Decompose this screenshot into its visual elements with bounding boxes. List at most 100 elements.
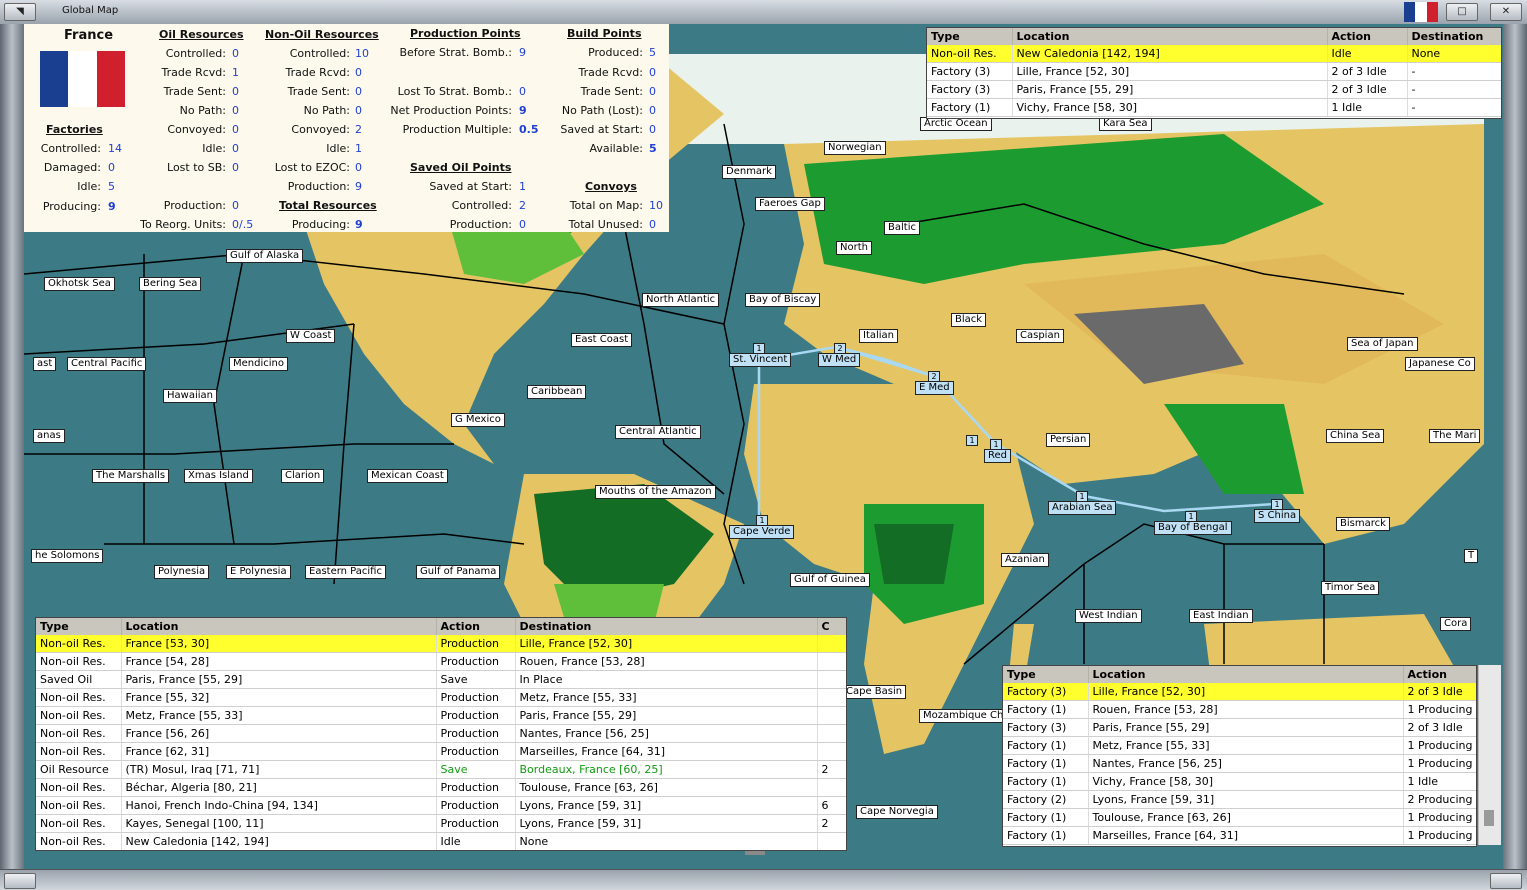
table-row[interactable]: Non-oil Res. France [55, 32] Production Met…	[36, 688, 846, 707]
convoy-zone-label[interactable]: E Med	[915, 381, 954, 395]
sea-zone-label[interactable]: East Indian	[1189, 609, 1253, 623]
column-header[interactable]: C	[817, 618, 846, 635]
table-row[interactable]: Non-oil Res. Hanoi, French Indo-China [94…	[36, 796, 846, 815]
sea-zone-label[interactable]: North	[836, 241, 872, 255]
sea-zone-label[interactable]: Mozambique Cha	[919, 709, 1014, 723]
sea-zone-label[interactable]: Bay of Biscay	[745, 293, 821, 307]
table-row[interactable]: Factory (1) Nantes, France [56, 25] 1 Prod…	[1003, 754, 1476, 773]
column-header[interactable]: Location	[1012, 28, 1328, 45]
sea-zone-label[interactable]: North Atlantic	[642, 293, 720, 307]
sea-zone-label[interactable]: Central Atlantic	[615, 425, 701, 439]
sea-zone-label[interactable]: Gulf of Panama	[416, 565, 501, 579]
convoy-zone-label[interactable]: Cape Verde	[729, 525, 795, 539]
sea-zone-label[interactable]: Gulf of Alaska	[226, 249, 304, 263]
convoy-zone-label[interactable]: S China	[1254, 509, 1301, 523]
sea-zone-label[interactable]: Gulf of Guinea	[790, 573, 870, 587]
sea-zone-label[interactable]: he Solomons	[31, 549, 104, 563]
sea-zone-label[interactable]: Sea of Japan	[1347, 337, 1418, 351]
sea-zone-label[interactable]: Central Pacific	[67, 357, 147, 371]
table-row[interactable]: Non-oil Res. France [62, 31] Production Mar…	[36, 742, 846, 761]
sea-zone-label[interactable]: Persian	[1046, 433, 1091, 447]
convoy-zone-label[interactable]: Bay of Bengal	[1154, 521, 1232, 535]
sea-zone-label[interactable]: anas	[33, 429, 65, 443]
sea-zone-label[interactable]: E Polynesia	[226, 565, 291, 579]
sea-zone-label[interactable]: Mexican Coast	[367, 469, 448, 483]
sea-zone-label[interactable]: T	[1464, 549, 1479, 563]
resize-grip[interactable]	[1490, 873, 1522, 889]
sea-zone-label[interactable]: Mouths of the Amazon	[595, 485, 716, 499]
sea-zone-label[interactable]: Arctic Ocean	[920, 117, 992, 131]
sea-zone-label[interactable]: Mendicino	[229, 357, 288, 371]
column-header[interactable]: Destination	[1407, 28, 1501, 45]
sea-zone-label[interactable]: G Mexico	[451, 413, 505, 427]
sea-zone-label[interactable]: The Mari	[1429, 429, 1481, 443]
sea-zone-label[interactable]: Polynesia	[154, 565, 210, 579]
sea-zone-label[interactable]: China Sea	[1326, 429, 1385, 443]
sea-zone-label[interactable]: The Marshalls	[92, 469, 170, 483]
sea-zone-label[interactable]: ast	[33, 357, 57, 371]
table-row[interactable]: Factory (3) Paris, France [55, 29] 2 of 3 …	[1003, 718, 1476, 737]
table-row[interactable]: Non-oil Res. New Caledonia [142, 194] Idle…	[927, 45, 1501, 63]
sea-zone-label[interactable]: Cape Basin	[842, 685, 907, 699]
table-row[interactable]: Non-oil Res. France [53, 30] Production Lil…	[36, 635, 846, 653]
sea-zone-label[interactable]: Italian	[859, 329, 899, 343]
table-row[interactable]: Factory (3) Lille, France [52, 30] 2 of 3 …	[927, 62, 1501, 81]
column-header[interactable]: Action	[436, 618, 516, 635]
sea-zone-label[interactable]: Hawaiian	[163, 389, 217, 403]
column-header[interactable]: Action	[1327, 28, 1408, 45]
sea-zone-label[interactable]: Bismarck	[1336, 517, 1390, 531]
sea-zone-label[interactable]: Faeroes Gap	[755, 197, 825, 211]
convoy-zone-label[interactable]: W Med	[818, 353, 861, 367]
sea-zone-label[interactable]: Norwegian	[824, 141, 886, 155]
table-row[interactable]: Factory (1) Vichy, France [58, 30] 1 Idle	[1003, 772, 1476, 791]
restore-button[interactable]: □	[1446, 3, 1478, 21]
sea-zone-label[interactable]: Cora	[1440, 617, 1472, 631]
sea-zone-label[interactable]: West Indian	[1075, 609, 1142, 623]
column-header[interactable]: Type	[1003, 666, 1089, 683]
sea-zone-label[interactable]: Okhotsk Sea	[44, 277, 115, 291]
close-button[interactable]: ✕	[1490, 3, 1522, 21]
convoy-zone-label[interactable]: St. Vincent	[729, 353, 792, 367]
table-row[interactable]: Non-oil Res. France [56, 26] Production Nan…	[36, 724, 846, 743]
table-row[interactable]: Non-oil Res. Kayes, Senegal [100, 11] Prod…	[36, 814, 846, 833]
table-row[interactable]: Factory (1) Vichy, France [58, 30] 1 Idle -	[927, 98, 1501, 117]
table-row[interactable]: Factory (3) Paris, France [55, 29] 2 of 3 …	[927, 80, 1501, 99]
column-header[interactable]: Location	[121, 618, 437, 635]
scrollbar-thumb[interactable]	[1484, 810, 1494, 826]
column-header[interactable]: Type	[927, 28, 1013, 45]
sea-zone-label[interactable]: Azanian	[1001, 553, 1049, 567]
table-row[interactable]: Factory (3) Lille, France [52, 30] 2 of 3 …	[1003, 683, 1476, 701]
sea-zone-label[interactable]: Baltic	[884, 221, 920, 235]
sea-zone-label[interactable]: Eastern Pacific	[305, 565, 386, 579]
panel-resize-handle[interactable]	[745, 851, 765, 855]
table-row[interactable]: Non-oil Res. Metz, France [55, 33] Product…	[36, 706, 846, 725]
table-row[interactable]: Factory (1) Metz, France [55, 33] 1 Produc…	[1003, 736, 1476, 755]
table-row[interactable]: Non-oil Res. France [54, 28] Production Rou…	[36, 652, 846, 671]
convoy-zone-label[interactable]: Arabian Sea	[1048, 501, 1117, 515]
sea-zone-label[interactable]: Caribbean	[527, 385, 587, 399]
minimize-button[interactable]: ◥	[4, 3, 36, 21]
sea-zone-label[interactable]: Timor Sea	[1321, 581, 1380, 595]
sea-zone-label[interactable]: East Coast	[571, 333, 633, 347]
sea-zone-label[interactable]: Denmark	[722, 165, 776, 179]
sea-zone-label[interactable]: Clarion	[281, 469, 325, 483]
sea-zone-label[interactable]: W Coast	[286, 329, 336, 343]
sea-zone-label[interactable]: Bering Sea	[139, 277, 202, 291]
sea-zone-label[interactable]: Black	[951, 313, 987, 327]
convoy-zone-label[interactable]: Red	[984, 449, 1011, 463]
sea-zone-label[interactable]: Caspian	[1016, 329, 1064, 343]
table-row[interactable]: Factory (1) Marseilles, France [64, 31] 1 …	[1003, 826, 1476, 845]
table-row[interactable]: Factory (2) Lyons, France [59, 31] 2 Produ…	[1003, 790, 1476, 809]
column-header[interactable]: Location	[1088, 666, 1404, 683]
sea-zone-label[interactable]: Japanese Co	[1405, 357, 1475, 371]
column-header[interactable]: Action	[1403, 666, 1476, 683]
table-row[interactable]: Non-oil Res. Béchar, Algeria [80, 21] Prod…	[36, 778, 846, 797]
column-header[interactable]: Type	[36, 618, 122, 635]
factories-scrollbar[interactable]	[1478, 665, 1501, 845]
collapse-button[interactable]	[4, 873, 36, 889]
table-row[interactable]: Oil Resource (TR) Mosul, Iraq [71, 71] Sav…	[36, 760, 846, 779]
table-row[interactable]: Factory (1) Toulouse, France [63, 26] 1 Pr…	[1003, 808, 1476, 827]
column-header[interactable]: Destination	[515, 618, 818, 635]
table-row[interactable]: Saved Oil Paris, France [55, 29] Save In Pl…	[36, 670, 846, 689]
sea-zone-label[interactable]: Cape Norvegia	[856, 805, 938, 819]
